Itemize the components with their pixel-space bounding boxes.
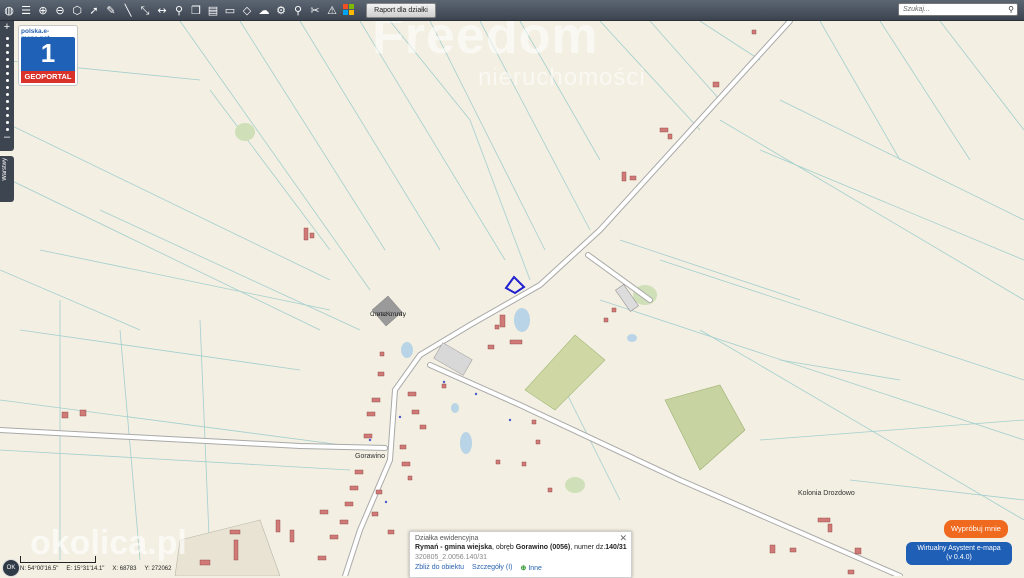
zoom-in-icon[interactable]: ⊕ <box>35 2 51 18</box>
longitude: E: 15°31'14.1" <box>66 566 105 572</box>
parcel-info-popup: Działka ewidencyjna ✕ Rymań - gmina wiej… <box>409 531 632 578</box>
print-icon[interactable]: ▤ <box>205 2 221 18</box>
geoportal-badge[interactable]: polska.e-mapa.net 1 GEOPORTAL <box>18 25 78 86</box>
search-placeholder: Szukaj... <box>903 6 930 13</box>
plus-icon[interactable]: ⊕ <box>521 565 527 572</box>
x-coordinate: X: 68783 <box>112 566 137 572</box>
details-link[interactable]: Szczegóły (I) <box>472 564 512 572</box>
top-toolbar: ◍ ☰ ⊕ ⊖ ⬡ ➚ ✎ ╲ ⤡ ↔ ⚲ ❐ ▤ ▭ ◇ ☁ ⚙ ⚲ ✂ ⚠ … <box>0 0 1024 21</box>
copy-icon[interactable]: ❐ <box>188 2 204 18</box>
map-icon[interactable]: ◇ <box>239 2 255 18</box>
y-coordinate: Y: 272062 <box>144 566 172 572</box>
assistant-version: (v 0.4.0) <box>946 554 972 561</box>
scale-bar <box>20 556 96 563</box>
popup-header: Działka ewidencyjna <box>415 535 479 542</box>
zoom-extent-icon[interactable]: ⬡ <box>69 2 85 18</box>
car-icon[interactable]: ▭ <box>222 2 238 18</box>
ok-button[interactable]: OK <box>2 559 20 577</box>
layers-tab-label: Warstwy <box>2 158 8 181</box>
warning-icon[interactable]: ⚠ <box>324 2 340 18</box>
map-label-cemetery: Cmentarz Komunalny <box>370 312 406 318</box>
assistant-title: Wirtualny Asystent e-mapa <box>917 545 1001 552</box>
search-icon[interactable]: ⚲ <box>1008 4 1014 16</box>
close-icon[interactable]: ✕ <box>619 533 627 544</box>
zoom-to-object-link[interactable]: Zbliż do obiektu <box>415 564 464 572</box>
cadastral-map[interactable]: Cmentarz Komunalny Gorawino Kolonia Droz… <box>0 21 1024 576</box>
badge-label: GEOPORTAL <box>21 71 75 83</box>
settings-icon[interactable]: ⚙ <box>273 2 289 18</box>
zoom-out-button[interactable]: – <box>0 131 14 143</box>
layers-panel-tab[interactable]: Warstwy <box>0 156 14 202</box>
zoom-in-button[interactable]: + <box>0 21 14 33</box>
cloud-upload-icon[interactable]: ☁ <box>256 2 272 18</box>
parcel-report-button[interactable]: Raport dla działki <box>366 3 436 18</box>
coordinates-readout: N: 54°00'16.5" E: 15°31'14.1" X: 68783 Y… <box>20 566 171 572</box>
zoom-slider[interactable]: + – <box>0 21 14 151</box>
search-icon[interactable]: ⚲ <box>290 2 306 18</box>
virtual-assistant-button[interactable]: Wirtualny Asystent e-mapa (v 0.4.0) <box>906 542 1012 565</box>
tools-icon[interactable]: ✂ <box>307 2 323 18</box>
popup-location: Rymań - gmina wiejska, obręb Gorawino (0… <box>415 544 627 551</box>
measure-distance-icon[interactable]: ↔ <box>154 2 170 18</box>
popup-parcel-id: 320805_2.0056.140/31 <box>415 554 488 561</box>
map-label-village: Gorawino <box>355 453 385 460</box>
globe-icon[interactable]: ◍ <box>1 2 17 18</box>
search-input[interactable]: Szukaj... ⚲ <box>898 3 1018 16</box>
pin-icon[interactable]: ⚲ <box>171 2 187 18</box>
measure-route-icon[interactable]: ⤡ <box>137 2 153 18</box>
latitude: N: 54°00'16.5" <box>20 566 59 572</box>
windows-icon[interactable] <box>341 2 357 18</box>
pointer-icon[interactable]: ➚ <box>86 2 102 18</box>
zoom-out-icon[interactable]: ⊖ <box>52 2 68 18</box>
layers-icon[interactable]: ☰ <box>18 2 34 18</box>
try-me-button[interactable]: Wypróbuj mnie <box>944 520 1008 538</box>
measure-line-icon[interactable]: ╲ <box>120 2 136 18</box>
other-link[interactable]: Inne <box>528 565 542 572</box>
map-label-colony: Kolonia Drozdowo <box>798 490 855 497</box>
badge-number: 1 <box>40 38 56 68</box>
pencil-icon[interactable]: ✎ <box>103 2 119 18</box>
